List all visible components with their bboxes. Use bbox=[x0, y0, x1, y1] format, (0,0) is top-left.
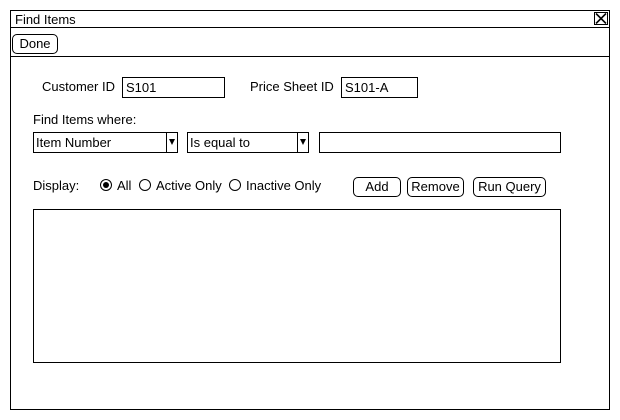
price-sheet-id-label: Price Sheet ID bbox=[250, 79, 334, 94]
radio-all[interactable] bbox=[100, 179, 112, 191]
price-sheet-id-field[interactable]: S101-A bbox=[341, 77, 418, 98]
close-icon bbox=[595, 13, 607, 24]
find-items-where-label: Find Items where: bbox=[33, 112, 137, 127]
radio-inactive-only[interactable] bbox=[229, 179, 241, 191]
operator-select-value: Is equal to bbox=[190, 135, 250, 150]
toolbar-divider bbox=[11, 56, 609, 57]
done-button[interactable]: Done bbox=[12, 34, 58, 54]
field-select[interactable]: Item Number bbox=[33, 132, 178, 153]
radio-active-only[interactable] bbox=[139, 179, 151, 191]
radio-inactive-only-label: Inactive Only bbox=[246, 178, 322, 193]
remove-button[interactable]: Remove bbox=[407, 177, 464, 197]
close-button[interactable] bbox=[594, 12, 608, 25]
criteria-value-input[interactable] bbox=[319, 132, 561, 153]
customer-id-label: Customer ID bbox=[42, 79, 115, 94]
display-label: Display: bbox=[33, 178, 80, 193]
title-bar: Find Items bbox=[11, 11, 609, 28]
customer-id-field[interactable]: S101 bbox=[122, 77, 225, 98]
radio-all-label: All bbox=[117, 178, 132, 193]
chevron-down-icon bbox=[297, 133, 308, 152]
find-items-window: Find Items Done Customer ID S101 Price S… bbox=[10, 10, 610, 410]
add-button[interactable]: Add bbox=[353, 177, 401, 197]
field-select-value: Item Number bbox=[36, 135, 112, 150]
results-list[interactable] bbox=[33, 209, 561, 363]
run-query-button[interactable]: Run Query bbox=[473, 177, 546, 197]
operator-select[interactable]: Is equal to bbox=[187, 132, 309, 153]
window-title: Find Items bbox=[15, 12, 76, 27]
radio-active-only-label: Active Only bbox=[156, 178, 222, 193]
chevron-down-icon bbox=[166, 133, 177, 152]
radio-selected-indicator bbox=[103, 182, 109, 188]
